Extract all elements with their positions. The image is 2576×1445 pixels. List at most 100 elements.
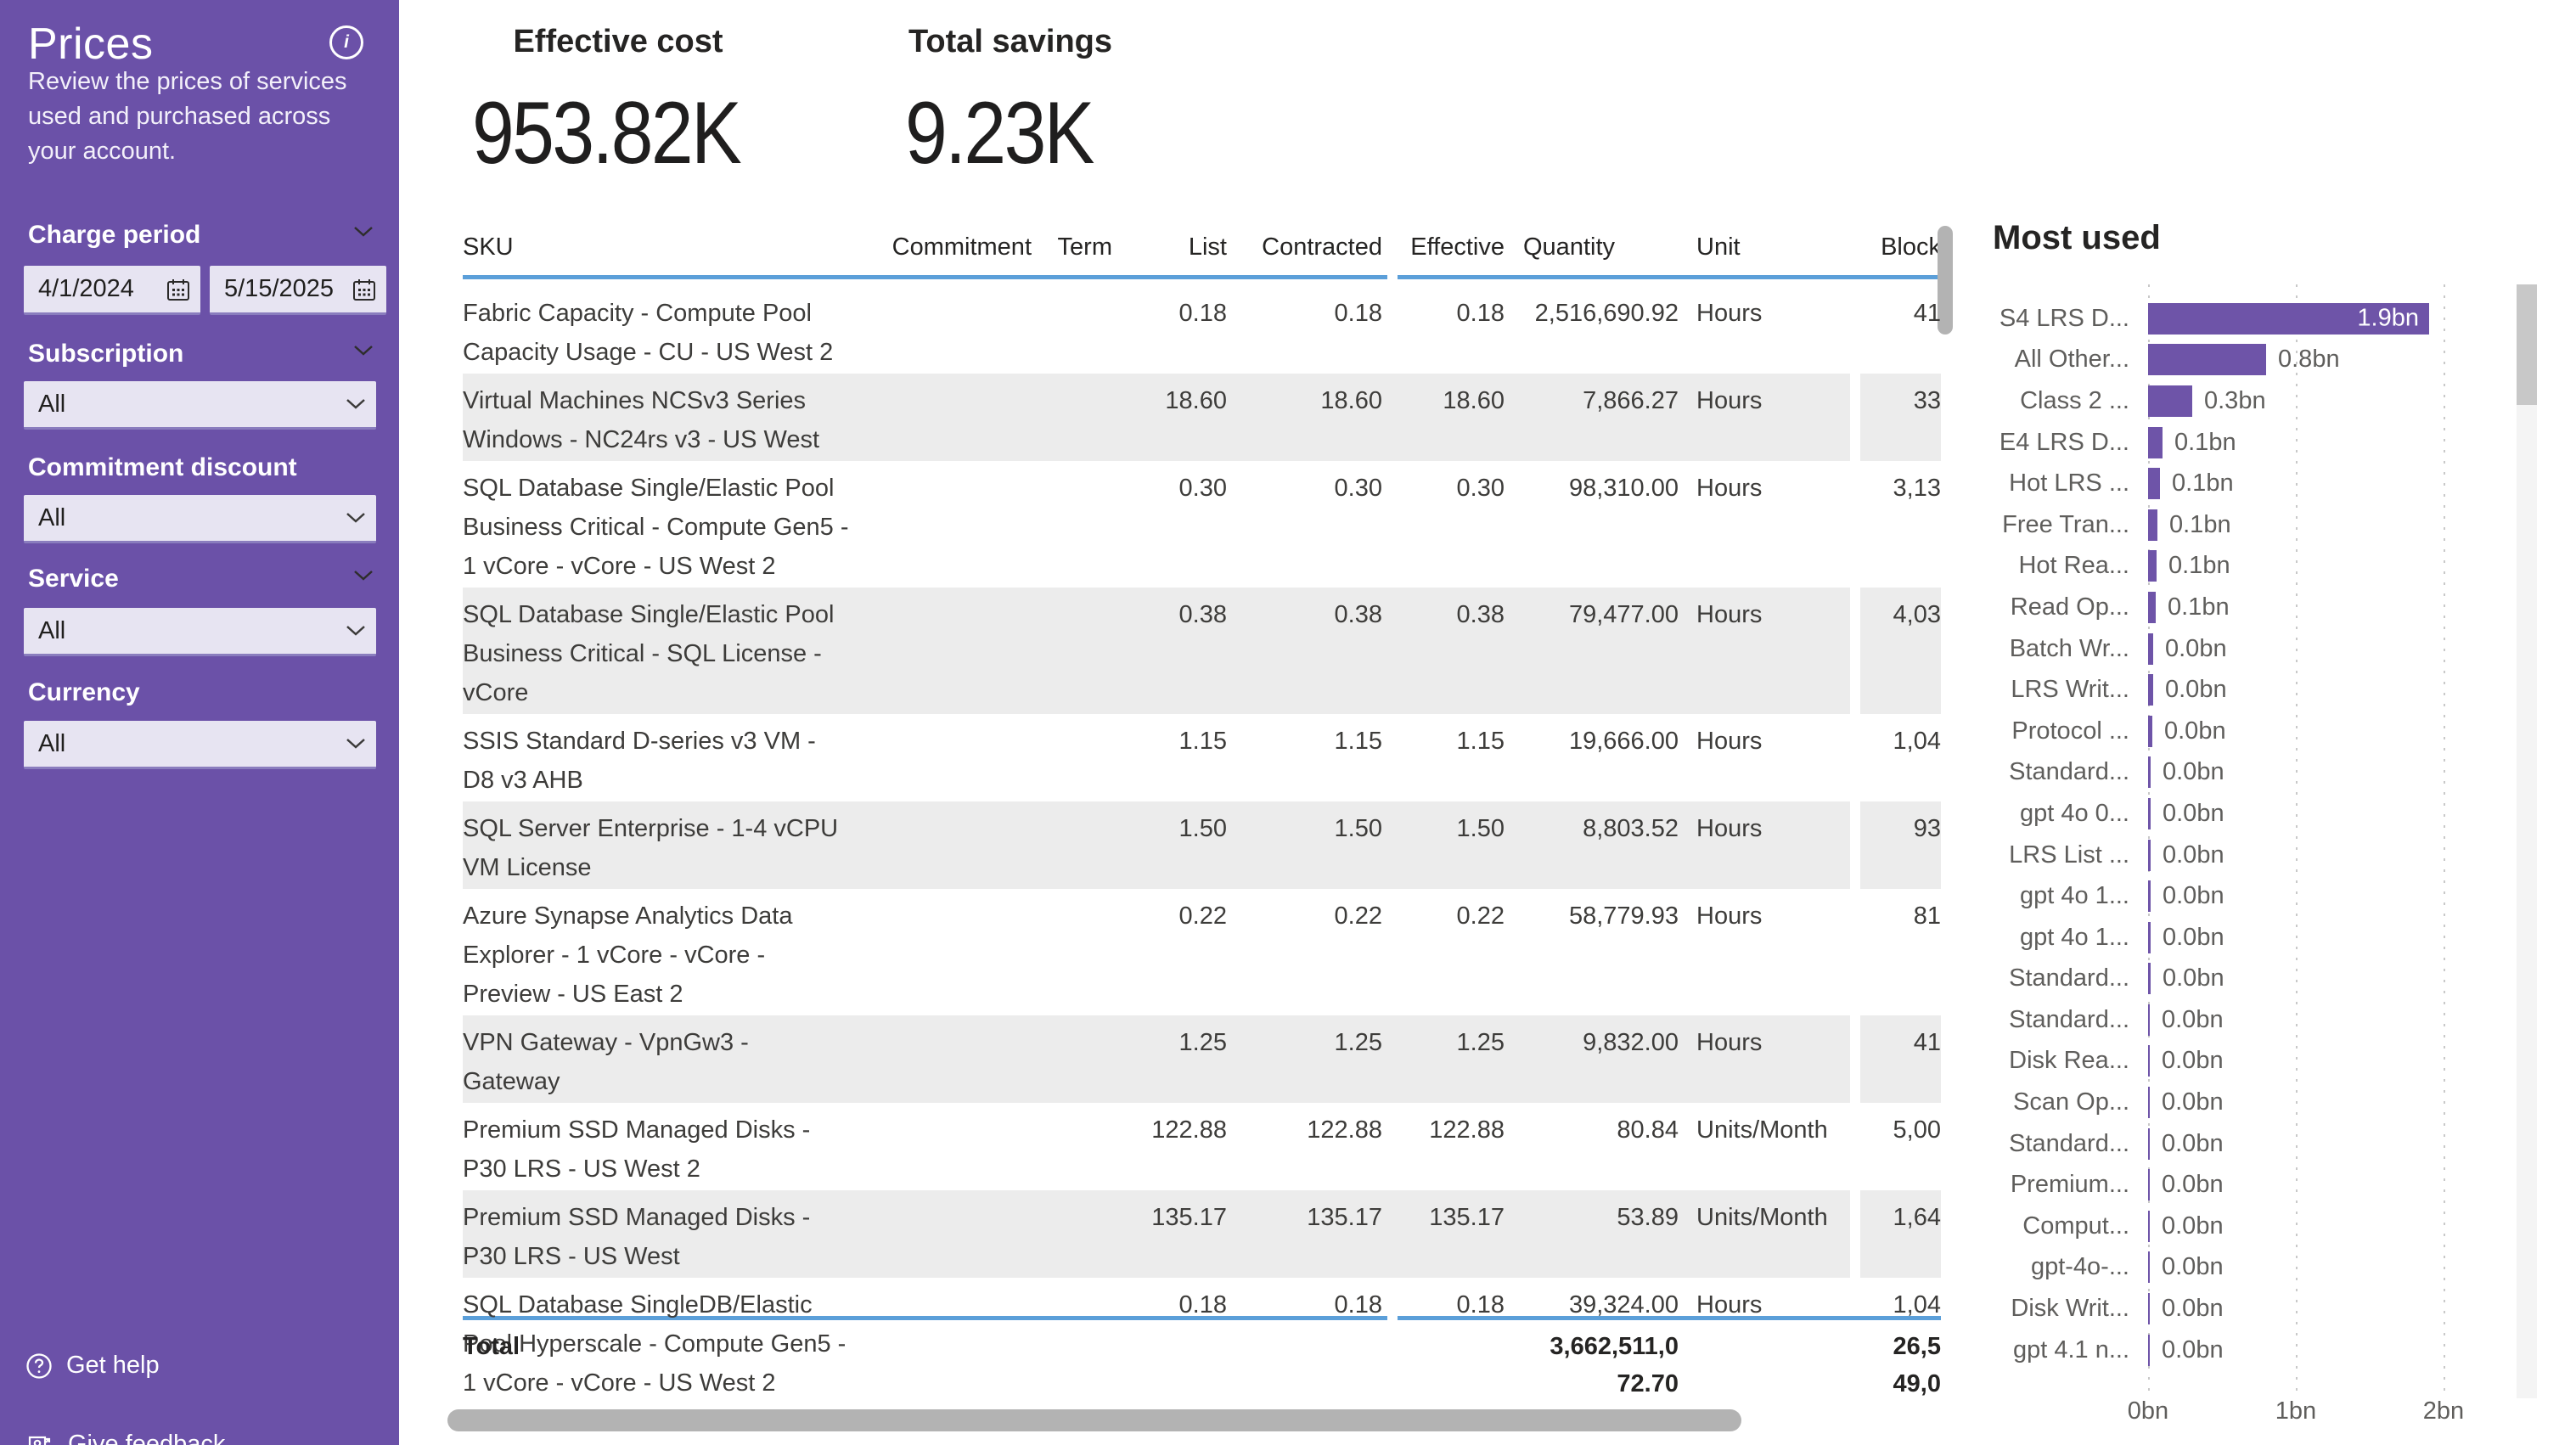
chart-row[interactable]: gpt 4o 1... 0.0bn	[1978, 875, 2528, 917]
cell-term	[1032, 1190, 1112, 1200]
chart-bar[interactable]	[2148, 1128, 2150, 1160]
chart-row[interactable]: Standard... 0.0bn	[1978, 1123, 2528, 1165]
chart-row[interactable]: Standard... 0.0bn	[1978, 959, 2528, 1000]
chart-bar[interactable]	[2148, 344, 2266, 375]
currency-value: All	[24, 730, 346, 758]
chart-bar[interactable]	[2148, 1169, 2150, 1200]
kpi-total-savings-label: Total savings	[858, 24, 1163, 60]
chart-row[interactable]: Comput... 0.0bn	[1978, 1206, 2528, 1247]
commitment-discount-dropdown[interactable]: All	[24, 495, 376, 543]
chart-row[interactable]: Standard... 0.0bn	[1978, 999, 2528, 1041]
chart-bar[interactable]	[2148, 798, 2151, 829]
chart-category-label: gpt 4o 1...	[1978, 924, 2129, 952]
column-header-term[interactable]: Term	[1032, 223, 1112, 261]
column-header-quantity[interactable]: Quantity	[1505, 223, 1679, 261]
chart-bar[interactable]	[2148, 550, 2157, 582]
chart-row[interactable]: E4 LRS D... 0.1bn	[1978, 422, 2528, 464]
chart-row[interactable]: gpt 4.1 n... 0.0bn	[1978, 1330, 2528, 1371]
chart-row[interactable]: Read Op... 0.1bn	[1978, 587, 2528, 628]
calendar-icon[interactable]	[166, 278, 190, 301]
chart-row[interactable]: Protocol ... 0.0bn	[1978, 711, 2528, 752]
table-row[interactable]: Fabric Capacity - Compute Pool Capacity …	[463, 286, 1941, 374]
table-row[interactable]: Azure Synapse Analytics Data Explorer - …	[463, 889, 1941, 1015]
chart-row[interactable]: gpt 4o 1... 0.0bn	[1978, 917, 2528, 959]
table-row[interactable]: VPN Gateway - VpnGw3 - Gateway 1.25 1.25…	[463, 1015, 1941, 1103]
give-feedback-button[interactable]: Give feedback	[25, 1430, 225, 1445]
table-row[interactable]: SQL Database Single/Elastic Pool Busines…	[463, 461, 1941, 588]
chart-bar[interactable]	[2148, 840, 2151, 871]
table-row[interactable]: SSIS Standard D-series v3 VM - D8 v3 AHB…	[463, 714, 1941, 801]
table-horizontal-scrollbar[interactable]	[447, 1409, 1741, 1431]
chart-row[interactable]: Class 2 ... 0.3bn	[1978, 380, 2528, 422]
chart-bar[interactable]	[2148, 1251, 2150, 1283]
chart-bar[interactable]	[2148, 427, 2163, 458]
column-header-commitment[interactable]: Commitment	[862, 223, 1032, 261]
chart-bar[interactable]	[2148, 756, 2151, 788]
cell-contracted: 122.88	[1227, 1103, 1382, 1151]
chevron-down-icon[interactable]	[353, 226, 374, 238]
cell-effective: 122.88	[1382, 1103, 1505, 1151]
column-header-block[interactable]: Block	[1822, 223, 1941, 261]
currency-dropdown[interactable]: All	[24, 721, 376, 769]
chart-bar[interactable]	[2148, 880, 2151, 912]
chart-row[interactable]: gpt-4o-... 0.0bn	[1978, 1247, 2528, 1289]
chevron-down-icon[interactable]	[353, 345, 374, 357]
chevron-down-icon[interactable]	[353, 570, 374, 582]
chart-bar[interactable]	[2148, 922, 2151, 953]
cell-block: 3,13	[1822, 461, 1941, 509]
chart-bar[interactable]	[2148, 1211, 2150, 1242]
chart-bar[interactable]	[2148, 509, 2157, 541]
chart-row[interactable]: All Other... 0.8bn	[1978, 340, 2528, 381]
info-icon[interactable]: i	[329, 25, 363, 59]
chart-bar[interactable]	[2148, 1335, 2150, 1366]
chart-row[interactable]: Scan Op... 0.0bn	[1978, 1082, 2528, 1123]
column-header-contracted[interactable]: Contracted	[1227, 223, 1382, 261]
chart-value-label: 0.0bn	[2162, 1171, 2224, 1199]
column-header-list[interactable]: List	[1112, 223, 1227, 261]
date-from-field[interactable]: 4/1/2024	[24, 266, 200, 315]
chart-row[interactable]: Batch Wr... 0.0bn	[1978, 628, 2528, 670]
chart-bar[interactable]	[2148, 468, 2160, 499]
table-row[interactable]: Premium SSD Managed Disks - P30 LRS - US…	[463, 1190, 1941, 1278]
chart-bar[interactable]	[2148, 385, 2192, 417]
total-quantity: 3,662,511,0 72.70	[1505, 1323, 1679, 1403]
date-to-field[interactable]: 5/15/2025	[210, 266, 386, 315]
chart-bar[interactable]	[2148, 963, 2151, 994]
chart-bar[interactable]	[2148, 1004, 2150, 1036]
subscription-dropdown[interactable]: All	[24, 381, 376, 430]
chart-row[interactable]: Premium... 0.0bn	[1978, 1164, 2528, 1206]
chart-bar[interactable]	[2148, 674, 2153, 706]
chart-row[interactable]: Free Tran... 0.1bn	[1978, 504, 2528, 546]
chart-row[interactable]: S4 LRS D... 1.9bn	[1978, 298, 2528, 340]
table-row[interactable]: SQL Database Single/Elastic Pool Busines…	[463, 588, 1941, 714]
chart-value-label: 0.0bn	[2162, 1006, 2224, 1034]
chart-bar[interactable]	[2148, 716, 2152, 747]
chart-row[interactable]: gpt 4o 0... 0.0bn	[1978, 793, 2528, 835]
chart-bar[interactable]	[2148, 1293, 2150, 1324]
table-row[interactable]: Virtual Machines NCSv3 Series Windows - …	[463, 374, 1941, 461]
give-feedback-label: Give feedback	[68, 1431, 225, 1445]
chart-bar[interactable]	[2148, 633, 2153, 665]
calendar-icon[interactable]	[352, 278, 376, 301]
chart-row[interactable]: Disk Rea... 0.0bn	[1978, 1041, 2528, 1082]
chart-bar[interactable]: 1.9bn	[2148, 303, 2429, 335]
chart-row[interactable]: Hot Rea... 0.1bn	[1978, 546, 2528, 588]
chart-row[interactable]: LRS List ... 0.0bn	[1978, 835, 2528, 876]
chart-bar[interactable]	[2148, 1045, 2150, 1077]
chart-value-label: 0.8bn	[2278, 346, 2340, 374]
get-help-button[interactable]: Get help	[25, 1352, 160, 1380]
chart-bar[interactable]	[2148, 592, 2156, 623]
column-header-sku[interactable]: SKU	[463, 223, 862, 261]
cell-contracted: 0.30	[1227, 461, 1382, 509]
table-row[interactable]: Premium SSD Managed Disks - P30 LRS - US…	[463, 1103, 1941, 1190]
cell-block: 41	[1822, 286, 1941, 335]
chart-row[interactable]: Standard... 0.0bn	[1978, 752, 2528, 794]
service-dropdown[interactable]: All	[24, 608, 376, 656]
column-header-effective[interactable]: Effective	[1382, 223, 1505, 261]
chart-row[interactable]: Hot LRS ... 0.1bn	[1978, 463, 2528, 504]
column-header-unit[interactable]: Unit	[1679, 223, 1822, 261]
chart-bar[interactable]	[2148, 1087, 2150, 1118]
table-row[interactable]: SQL Server Enterprise - 1-4 vCPU VM Lice…	[463, 801, 1941, 889]
chart-row[interactable]: LRS Writ... 0.0bn	[1978, 669, 2528, 711]
chart-row[interactable]: Disk Writ... 0.0bn	[1978, 1288, 2528, 1330]
